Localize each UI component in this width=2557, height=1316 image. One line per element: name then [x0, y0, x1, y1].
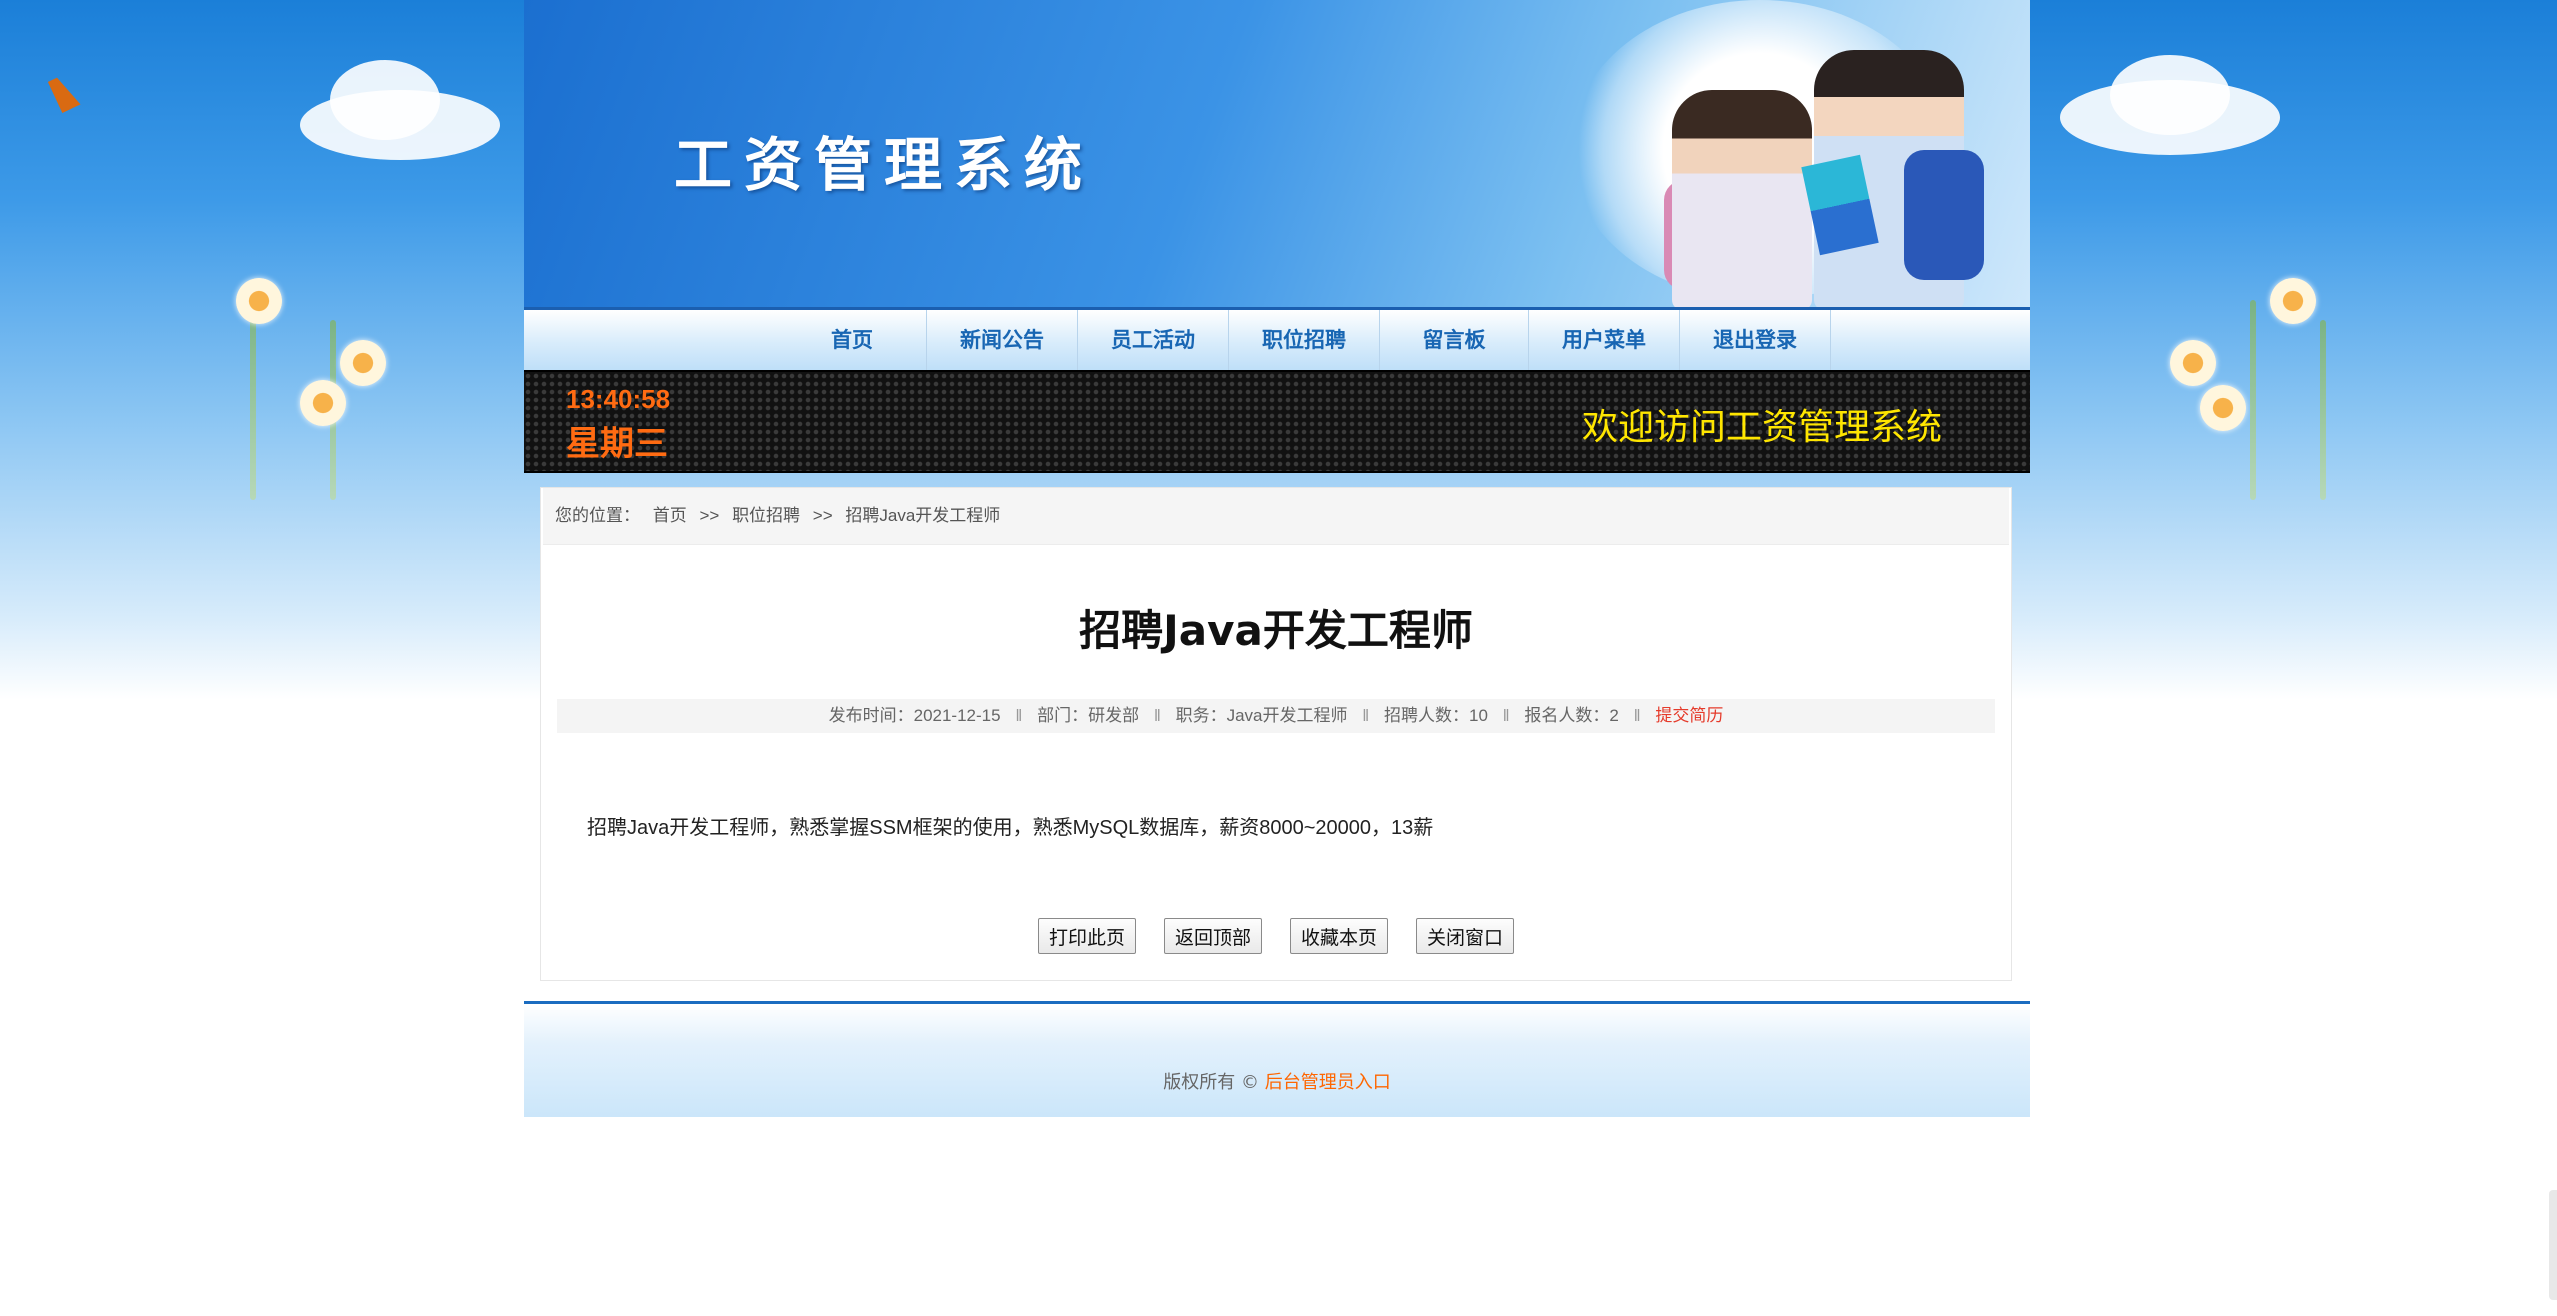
- bookmark-page-button[interactable]: 收藏本页: [1290, 918, 1389, 954]
- leaf-decoration: [250, 300, 256, 500]
- meta-separator: ǁ: [1153, 706, 1161, 725]
- flower-decoration: [300, 380, 346, 426]
- copyright-text: 版权所有 ©: [1163, 1072, 1265, 1093]
- clock-bar: 13:40:58 星期三 欢迎访问工资管理系统: [524, 370, 2030, 473]
- breadcrumb: 您的位置： 首页 >> 职位招聘 >> 招聘Java开发工程师: [543, 488, 2009, 545]
- backpack-image: [1904, 150, 1984, 280]
- scrollbar[interactable]: [2549, 1190, 2557, 1300]
- breadcrumb-home-link[interactable]: 首页: [653, 506, 687, 525]
- main-container: 工资管理系统 首页 新闻公告 员工活动 职位招聘 留言板 用户菜单 退出登录 1…: [524, 0, 2030, 1117]
- flower-decoration: [236, 278, 282, 324]
- admin-entry-link[interactable]: 后台管理员入口: [1265, 1072, 1391, 1093]
- article-actions: 打印此页 返回顶部 收藏本页 关闭窗口: [541, 918, 2011, 954]
- meta-hiring-count: 招聘人数：10: [1384, 706, 1488, 725]
- breadcrumb-separator: >>: [812, 506, 833, 525]
- student-girl-image: [1672, 90, 1812, 310]
- footer-copyright: 版权所有 © 后台管理员入口: [524, 1068, 2030, 1094]
- print-page-button[interactable]: 打印此页: [1037, 918, 1136, 954]
- flower-decoration: [340, 340, 386, 386]
- breadcrumb-category-link[interactable]: 职位招聘: [732, 506, 800, 525]
- nav-item-home[interactable]: 首页: [778, 310, 927, 370]
- meta-position: 职务：Java开发工程师: [1175, 706, 1348, 725]
- site-title: 工资管理系统: [674, 131, 1095, 199]
- flower-decoration: [2170, 340, 2216, 386]
- breadcrumb-prefix: 您的位置：: [555, 506, 640, 525]
- cloud-decoration: [330, 60, 440, 140]
- nav-item-jobs[interactable]: 职位招聘: [1229, 310, 1380, 370]
- main-nav: 首页 新闻公告 员工活动 职位招聘 留言板 用户菜单 退出登录: [524, 310, 2030, 370]
- meta-department: 部门：研发部: [1037, 706, 1140, 725]
- submit-resume-link[interactable]: 提交简历: [1655, 706, 1723, 725]
- header-banner: 工资管理系统: [524, 0, 2030, 310]
- meta-separator: ǁ: [1502, 706, 1510, 725]
- meta-separator: ǁ: [1015, 706, 1023, 725]
- back-to-top-button[interactable]: 返回顶部: [1163, 918, 1262, 954]
- breadcrumb-current: 招聘Java开发工程师: [845, 506, 1001, 525]
- leaf-decoration: [2320, 320, 2326, 500]
- breadcrumb-separator: >>: [699, 506, 720, 525]
- nav-item-news[interactable]: 新闻公告: [927, 310, 1078, 370]
- cloud-decoration: [2110, 55, 2230, 135]
- meta-applicant-count: 报名人数：2: [1524, 706, 1619, 725]
- flower-decoration: [2270, 278, 2316, 324]
- article-meta: 发布时间：2021-12-15 ǁ 部门：研发部 ǁ 职务：Java开发工程师 …: [557, 699, 1995, 733]
- article-title: 招聘Java开发工程师: [1079, 606, 1473, 655]
- clock-time: 13:40:58: [566, 384, 671, 414]
- nav-item-message-board[interactable]: 留言板: [1380, 310, 1529, 370]
- close-window-button[interactable]: 关闭窗口: [1416, 918, 1515, 954]
- footer: 版权所有 © 后台管理员入口: [524, 1001, 2030, 1117]
- clock-weekday: 星期三: [566, 424, 668, 464]
- leaf-decoration: [2250, 300, 2256, 500]
- nav-item-logout[interactable]: 退出登录: [1680, 310, 1831, 370]
- meta-publish-date: 发布时间：2021-12-15: [828, 706, 1001, 725]
- article-body: 招聘Java开发工程师，熟悉掌握SSM框架的使用，熟悉MySQL数据库，薪资80…: [587, 817, 1434, 839]
- meta-separator: ǁ: [1633, 706, 1641, 725]
- flower-decoration: [2200, 385, 2246, 431]
- content-panel: 您的位置： 首页 >> 职位招聘 >> 招聘Java开发工程师 招聘Java开发…: [540, 487, 2012, 981]
- welcome-message: 欢迎访问工资管理系统: [1581, 407, 1942, 448]
- nav-item-activities[interactable]: 员工活动: [1078, 310, 1229, 370]
- meta-separator: ǁ: [1362, 706, 1370, 725]
- nav-item-user-menu[interactable]: 用户菜单: [1529, 310, 1680, 370]
